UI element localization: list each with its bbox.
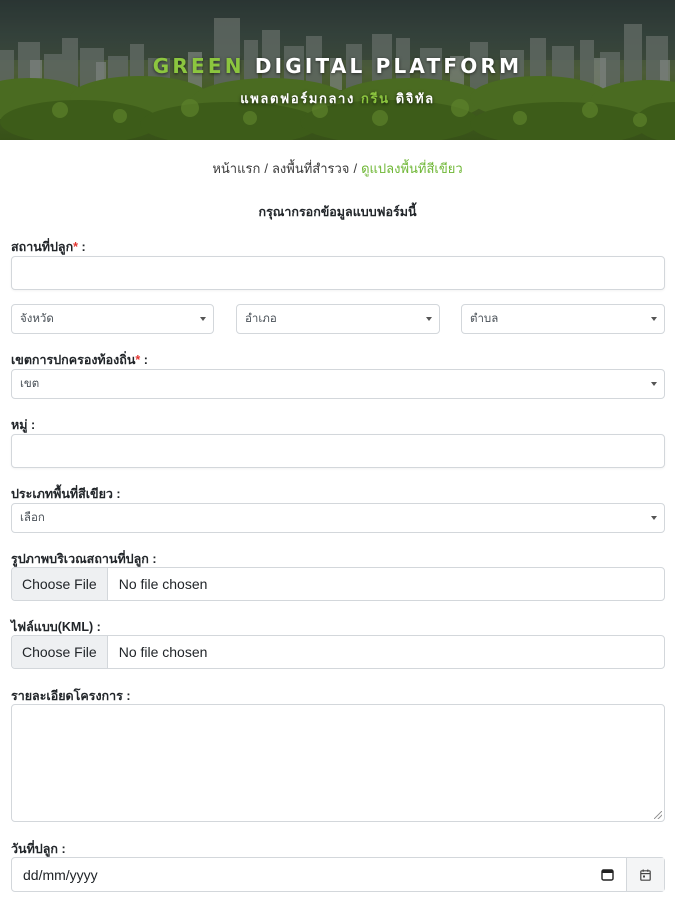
district-select[interactable]: อำเภอ bbox=[236, 304, 440, 334]
breadcrumb: หน้าแรก / ลงพื้นที่สำรวจ / ดูแปลงพื้นที่สีเข… bbox=[0, 158, 675, 179]
district-select-value: อำเภอ bbox=[245, 313, 277, 325]
photo-file-input[interactable]: Choose File No file chosen bbox=[11, 567, 665, 601]
plant-date-input[interactable]: dd/mm/yyyy bbox=[11, 857, 665, 892]
green-type-select-value: เลือก bbox=[20, 512, 45, 524]
chevron-down-icon bbox=[200, 317, 206, 321]
subtitle-green-word: กรีน bbox=[361, 92, 390, 107]
title-green-word: GREEN bbox=[152, 54, 245, 78]
breadcrumb-separator: / bbox=[353, 161, 358, 176]
calendar-addon-button[interactable] bbox=[626, 858, 664, 891]
breadcrumb-separator: / bbox=[264, 161, 268, 176]
details-textarea[interactable] bbox=[11, 704, 665, 822]
green-type-select[interactable]: เลือก bbox=[11, 503, 665, 533]
header-banner: GREEN DIGITAL PLATFORM แพลตฟอร์มกลาง กรี… bbox=[0, 0, 675, 140]
location-label: สถานที่ปลูก* : bbox=[11, 237, 86, 257]
subtitle-post: ดิจิทัล bbox=[395, 92, 435, 107]
chevron-down-icon bbox=[426, 317, 432, 321]
village-label: หมู่ : bbox=[11, 418, 36, 432]
title-rest: DIGITAL PLATFORM bbox=[254, 54, 523, 78]
platform-subtitle: แพลตฟอร์มกลาง กรีน ดิจิทัล bbox=[0, 88, 675, 109]
province-select[interactable]: จังหวัด bbox=[11, 304, 214, 334]
photo-choose-file-button[interactable]: Choose File bbox=[12, 568, 108, 600]
plant-date-label: วันที่ปลูก : bbox=[11, 842, 66, 856]
resize-grip-icon[interactable] bbox=[654, 811, 662, 819]
subtitle-pre: แพลตฟอร์มกลาง bbox=[240, 92, 355, 107]
local-admin-select[interactable]: เขต bbox=[11, 369, 665, 399]
chevron-down-icon bbox=[651, 516, 657, 520]
local-admin-label: เขตการปกครองท้องถิ่น* : bbox=[11, 350, 148, 370]
details-label: รายละเอียดโครงการ : bbox=[11, 689, 131, 703]
subdistrict-select[interactable]: ตำบล bbox=[461, 304, 665, 334]
kml-label: ไฟล์แบบ(KML) : bbox=[11, 620, 101, 634]
calendar-icon bbox=[640, 869, 651, 881]
village-input[interactable] bbox=[11, 434, 665, 468]
province-select-value: จังหวัด bbox=[20, 313, 54, 325]
platform-title: GREEN DIGITAL PLATFORM bbox=[0, 54, 675, 78]
photo-label: รูปภาพบริเวณสถานที่ปลูก : bbox=[11, 552, 157, 566]
local-admin-label-suffix: : bbox=[140, 353, 148, 367]
location-label-suffix: : bbox=[78, 240, 86, 254]
form-heading: กรุณากรอกข้อมูลแบบฟอร์มนี้ bbox=[258, 205, 417, 219]
local-admin-select-value: เขต bbox=[20, 378, 40, 390]
photo-file-status: No file chosen bbox=[118, 576, 208, 592]
location-input[interactable] bbox=[11, 256, 665, 290]
chevron-down-icon bbox=[651, 317, 657, 321]
plant-date-placeholder: dd/mm/yyyy bbox=[23, 867, 98, 883]
green-type-label: ประเภทพื้นที่สีเขียว : bbox=[11, 487, 121, 501]
calendar-icon[interactable] bbox=[601, 868, 614, 884]
chevron-down-icon bbox=[651, 382, 657, 386]
breadcrumb-current: ดูแปลงพื้นที่สีเขียว bbox=[361, 161, 463, 176]
location-label-text: สถานที่ปลูก bbox=[11, 240, 74, 254]
local-admin-label-text: เขตการปกครองท้องถิ่น bbox=[11, 353, 136, 367]
kml-file-input[interactable]: Choose File No file chosen bbox=[11, 635, 665, 669]
kml-choose-file-button[interactable]: Choose File bbox=[12, 636, 108, 668]
breadcrumb-home-link[interactable]: หน้าแรก bbox=[212, 161, 260, 176]
breadcrumb-survey-link[interactable]: ลงพื้นที่สำรวจ bbox=[272, 161, 349, 176]
kml-file-status: No file chosen bbox=[118, 644, 208, 660]
subdistrict-select-value: ตำบล bbox=[470, 313, 499, 325]
